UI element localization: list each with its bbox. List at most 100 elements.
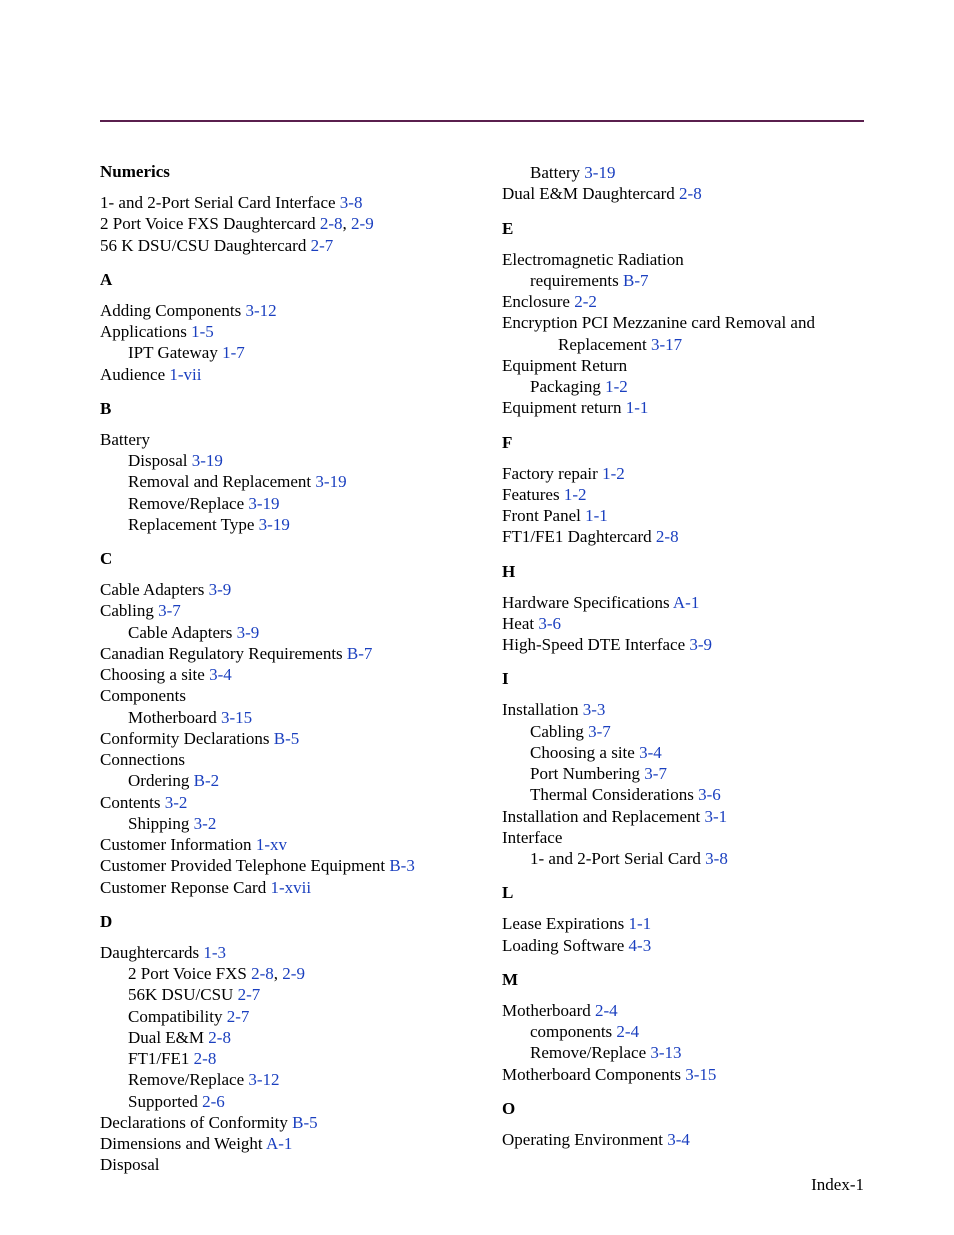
page-ref-link[interactable]: 4-3 xyxy=(629,936,652,955)
index-entry: Enclosure 2-2 xyxy=(502,291,864,312)
page-ref-link[interactable]: 2-8 xyxy=(320,214,343,233)
index-entry: Dual E&M Daughtercard 2-8 xyxy=(502,183,864,204)
page-ref-link[interactable]: 2-6 xyxy=(202,1092,225,1111)
index-entry-text: Cable Adapters xyxy=(100,580,204,599)
index-letter-heading: F xyxy=(502,433,864,453)
page-ref-link[interactable]: 3-9 xyxy=(689,635,712,654)
page-ref-link[interactable]: 3-8 xyxy=(705,849,728,868)
index-entry-text: Removal and Replacement xyxy=(128,472,311,491)
index-entry-text: Contents xyxy=(100,793,160,812)
page-ref-link[interactable]: 2-8 xyxy=(679,184,702,203)
index-entry: Equipment return 1-1 xyxy=(502,397,864,418)
page-ref-link[interactable]: 3-8 xyxy=(340,193,363,212)
index-entry: Customer Reponse Card 1-xvii xyxy=(100,877,462,898)
page-ref-link[interactable]: 3-15 xyxy=(685,1065,716,1084)
page-ref-link[interactable]: 2-4 xyxy=(616,1022,639,1041)
index-entry-text: 2 Port Voice FXS Daughtercard xyxy=(100,214,316,233)
index-entry-text: Replacement xyxy=(558,335,647,354)
page-ref-link[interactable]: 1-3 xyxy=(203,943,226,962)
index-entry: Replacement Type 3-19 xyxy=(100,514,462,535)
page-ref-link[interactable]: 3-2 xyxy=(165,793,188,812)
page-ref-link[interactable]: 3-12 xyxy=(245,301,276,320)
page-ref-link[interactable]: 2-4 xyxy=(595,1001,618,1020)
index-entry-text: Remove/Replace xyxy=(128,1070,244,1089)
index-entry-text: FT1/FE1 xyxy=(128,1049,189,1068)
page-ref-link[interactable]: 1-vii xyxy=(169,365,201,384)
page-ref-link[interactable]: 1-7 xyxy=(222,343,245,362)
page-ref-link[interactable]: 2-9 xyxy=(351,214,374,233)
index-letter-heading: C xyxy=(100,549,462,569)
page-ref-link[interactable]: 2-9 xyxy=(282,964,305,983)
index-entry-text: Applications xyxy=(100,322,187,341)
index-entry: Features 1-2 xyxy=(502,484,864,505)
index-entry: Canadian Regulatory Requirements B-7 xyxy=(100,643,462,664)
page-ref-link[interactable]: 3-13 xyxy=(650,1043,681,1062)
index-entry: Remove/Replace 3-19 xyxy=(100,493,462,514)
page-ref-link[interactable]: 3-2 xyxy=(194,814,217,833)
page-ref-link[interactable]: A-1 xyxy=(266,1134,292,1153)
page-ref-link[interactable]: 3-19 xyxy=(315,472,346,491)
page-ref-link[interactable]: B-7 xyxy=(347,644,373,663)
page-ref-link[interactable]: 3-4 xyxy=(209,665,232,684)
index-entry: Connections xyxy=(100,749,462,770)
index-entry: 56K DSU/CSU 2-7 xyxy=(100,984,462,1005)
page-ref-link[interactable]: B-3 xyxy=(389,856,415,875)
page-ref-link[interactable]: 3-7 xyxy=(158,601,181,620)
index-entry: 2 Port Voice FXS Daughtercard 2-8, 2-9 xyxy=(100,213,462,234)
page-ref-link[interactable]: 2-7 xyxy=(227,1007,250,1026)
page-ref-link[interactable]: 1-2 xyxy=(564,485,587,504)
page-ref-link[interactable]: 3-4 xyxy=(639,743,662,762)
page-ref-link[interactable]: 2-7 xyxy=(238,985,261,1004)
page-ref-link[interactable]: 3-19 xyxy=(584,163,615,182)
page-ref-link[interactable]: 3-6 xyxy=(698,785,721,804)
page-ref-link[interactable]: B-2 xyxy=(194,771,220,790)
page-ref-link[interactable]: 3-1 xyxy=(705,807,728,826)
index-entry: Disposal xyxy=(100,1154,462,1175)
page-ref-link[interactable]: 2-7 xyxy=(311,236,334,255)
index-entry: Cable Adapters 3-9 xyxy=(100,579,462,600)
index-entry-text: Hardware Specifications xyxy=(502,593,670,612)
index-letter-heading: B xyxy=(100,399,462,419)
page-ref-link[interactable]: 1-1 xyxy=(626,398,649,417)
page-ref-link[interactable]: 3-19 xyxy=(192,451,223,470)
index-entry: Installation and Replacement 3-1 xyxy=(502,806,864,827)
page-ref-link[interactable]: 3-7 xyxy=(588,722,611,741)
index-entry-text: Supported xyxy=(128,1092,198,1111)
index-column-right: Battery 3-19Dual E&M Daughtercard 2-8EEl… xyxy=(502,162,864,1176)
page-ref-link[interactable]: 1-2 xyxy=(605,377,628,396)
index-entry: Dimensions and Weight A-1 xyxy=(100,1133,462,1154)
page-ref-link[interactable]: 3-19 xyxy=(259,515,290,534)
page-ref-link[interactable]: 2-8 xyxy=(208,1028,231,1047)
page-ref-link[interactable]: 3-19 xyxy=(248,494,279,513)
page-ref-link[interactable]: 1-xvii xyxy=(270,878,311,897)
page-ref-link[interactable]: 3-17 xyxy=(651,335,682,354)
index-entry: Customer Provided Telephone Equipment B-… xyxy=(100,855,462,876)
index-entry: Contents 3-2 xyxy=(100,792,462,813)
page-ref-link[interactable]: 2-2 xyxy=(574,292,597,311)
index-entry: Motherboard 3-15 xyxy=(100,707,462,728)
page-ref-link[interactable]: 1-5 xyxy=(191,322,214,341)
index-entry: Operating Environment 3-4 xyxy=(502,1129,864,1150)
page-ref-link[interactable]: B-7 xyxy=(623,271,649,290)
page-ref-link[interactable]: 3-9 xyxy=(237,623,260,642)
page-ref-link[interactable]: 1-1 xyxy=(629,914,652,933)
page-ref-link[interactable]: 2-8 xyxy=(194,1049,217,1068)
page-ref-link[interactable]: 2-8 xyxy=(656,527,679,546)
page-ref-link[interactable]: 1-xv xyxy=(256,835,287,854)
page-ref-link[interactable]: 3-15 xyxy=(221,708,252,727)
page-ref-link[interactable]: B-5 xyxy=(274,729,300,748)
index-entry-text: Ordering xyxy=(128,771,189,790)
page-ref-link[interactable]: 2-8 xyxy=(251,964,274,983)
page-ref-link[interactable]: 3-3 xyxy=(583,700,606,719)
page-ref-link[interactable]: 3-12 xyxy=(248,1070,279,1089)
index-entry: Motherboard Components 3-15 xyxy=(502,1064,864,1085)
page-ref-link[interactable]: 3-4 xyxy=(667,1130,690,1149)
index-entry: Battery 3-19 xyxy=(502,162,864,183)
page-ref-link[interactable]: 3-7 xyxy=(644,764,667,783)
page-ref-link[interactable]: 3-6 xyxy=(538,614,561,633)
page-ref-link[interactable]: A-1 xyxy=(673,593,699,612)
page-ref-link[interactable]: 1-1 xyxy=(585,506,608,525)
page-ref-link[interactable]: 3-9 xyxy=(209,580,232,599)
page-ref-link[interactable]: 1-2 xyxy=(602,464,625,483)
page-ref-link[interactable]: B-5 xyxy=(292,1113,318,1132)
